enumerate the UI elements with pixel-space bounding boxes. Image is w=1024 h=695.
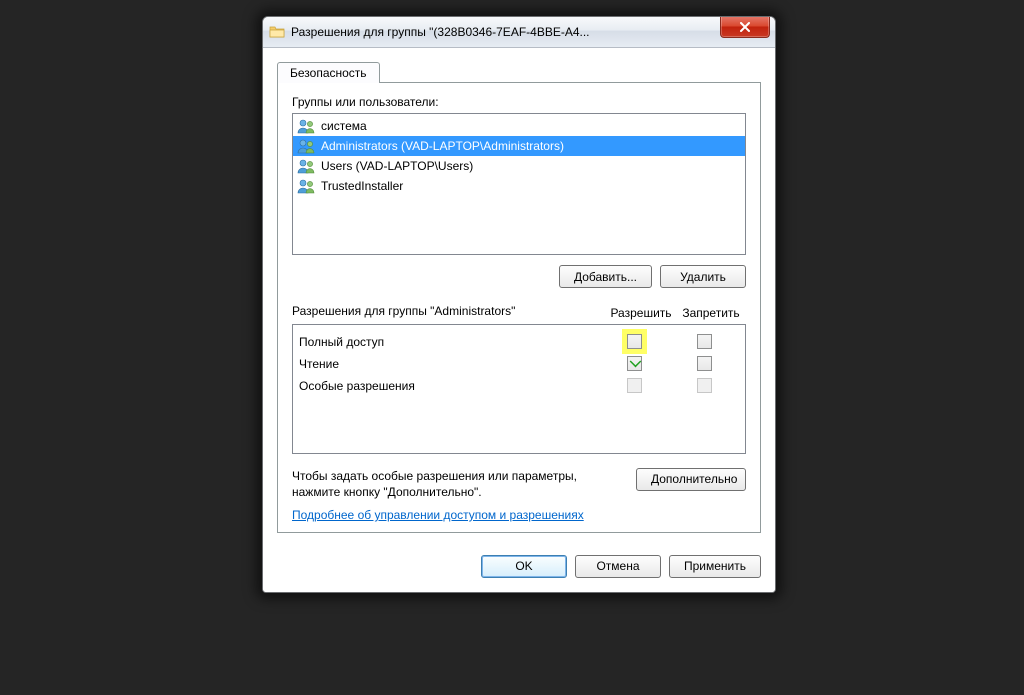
folder-icon — [269, 24, 285, 40]
list-item-label: система — [321, 119, 367, 133]
allow-cell — [599, 356, 669, 371]
permissions-for-label: Разрешения для группы "Administrators" — [292, 304, 606, 320]
checkbox[interactable] — [697, 356, 712, 371]
permission-name: Полный доступ — [299, 335, 599, 349]
table-row: Особые разрешения — [299, 375, 739, 397]
close-icon — [739, 22, 751, 32]
checkbox[interactable] — [627, 356, 642, 371]
advanced-button[interactable]: Дополнительно — [636, 468, 746, 491]
apply-button[interactable]: Применить — [669, 555, 761, 578]
remove-button[interactable]: Удалить — [660, 265, 746, 288]
users-icon — [297, 118, 317, 134]
table-row: Полный доступ — [299, 331, 739, 353]
deny-cell — [669, 356, 739, 371]
checkbox — [697, 378, 712, 393]
add-remove-row: Добавить... Удалить — [292, 265, 746, 288]
list-item[interactable]: Users (VAD-LAPTOP\Users) — [293, 156, 745, 176]
window-title: Разрешения для группы "(328B0346-7EAF-4B… — [291, 25, 775, 39]
checkbox[interactable] — [697, 334, 712, 349]
column-deny: Запретить — [676, 306, 746, 320]
checkbox[interactable] — [627, 334, 642, 349]
deny-cell — [669, 334, 739, 349]
list-item[interactable]: TrustedInstaller — [293, 176, 745, 196]
permission-name: Особые разрешения — [299, 379, 599, 393]
close-button[interactable] — [720, 16, 770, 38]
permissions-dialog: Разрешения для группы "(328B0346-7EAF-4B… — [262, 16, 776, 593]
ok-button[interactable]: OK — [481, 555, 567, 578]
help-link[interactable]: Подробнее об управлении доступом и разре… — [292, 508, 584, 522]
users-icon — [297, 158, 317, 174]
allow-cell — [599, 378, 669, 393]
deny-cell — [669, 378, 739, 393]
dialog-button-row: OK Отмена Применить — [263, 545, 775, 592]
titlebar[interactable]: Разрешения для группы "(328B0346-7EAF-4B… — [263, 17, 775, 48]
list-item-label: Users (VAD-LAPTOP\Users) — [321, 159, 473, 173]
add-button[interactable]: Добавить... — [559, 265, 652, 288]
advanced-row: Чтобы задать особые разрешения или парам… — [292, 468, 746, 500]
permission-name: Чтение — [299, 357, 599, 371]
list-item-label: TrustedInstaller — [321, 179, 403, 193]
checkbox — [627, 378, 642, 393]
groups-users-label: Группы или пользователи: — [292, 95, 746, 109]
allow-cell — [599, 334, 669, 349]
client-area: Безопасность Группы или пользователи: си… — [263, 48, 775, 545]
list-item[interactable]: Administrators (VAD-LAPTOP\Administrator… — [293, 136, 745, 156]
users-listbox[interactable]: система Administrators (VAD-LAPTOP\Admini… — [292, 113, 746, 255]
permissions-header: Разрешения для группы "Administrators" Р… — [292, 304, 746, 320]
cancel-button[interactable]: Отмена — [575, 555, 661, 578]
users-icon — [297, 178, 317, 194]
tab-strip: Безопасность — [277, 58, 761, 82]
list-item[interactable]: система — [293, 116, 745, 136]
list-item-label: Administrators (VAD-LAPTOP\Administrator… — [321, 139, 564, 153]
permissions-table: Полный доступ Чтение Особые разрешения — [292, 324, 746, 454]
security-panel: Группы или пользователи: система Administ… — [277, 82, 761, 533]
users-icon — [297, 138, 317, 154]
advanced-hint: Чтобы задать особые разрешения или парам… — [292, 468, 626, 500]
tab-security[interactable]: Безопасность — [277, 62, 380, 83]
table-row: Чтение — [299, 353, 739, 375]
column-allow: Разрешить — [606, 306, 676, 320]
